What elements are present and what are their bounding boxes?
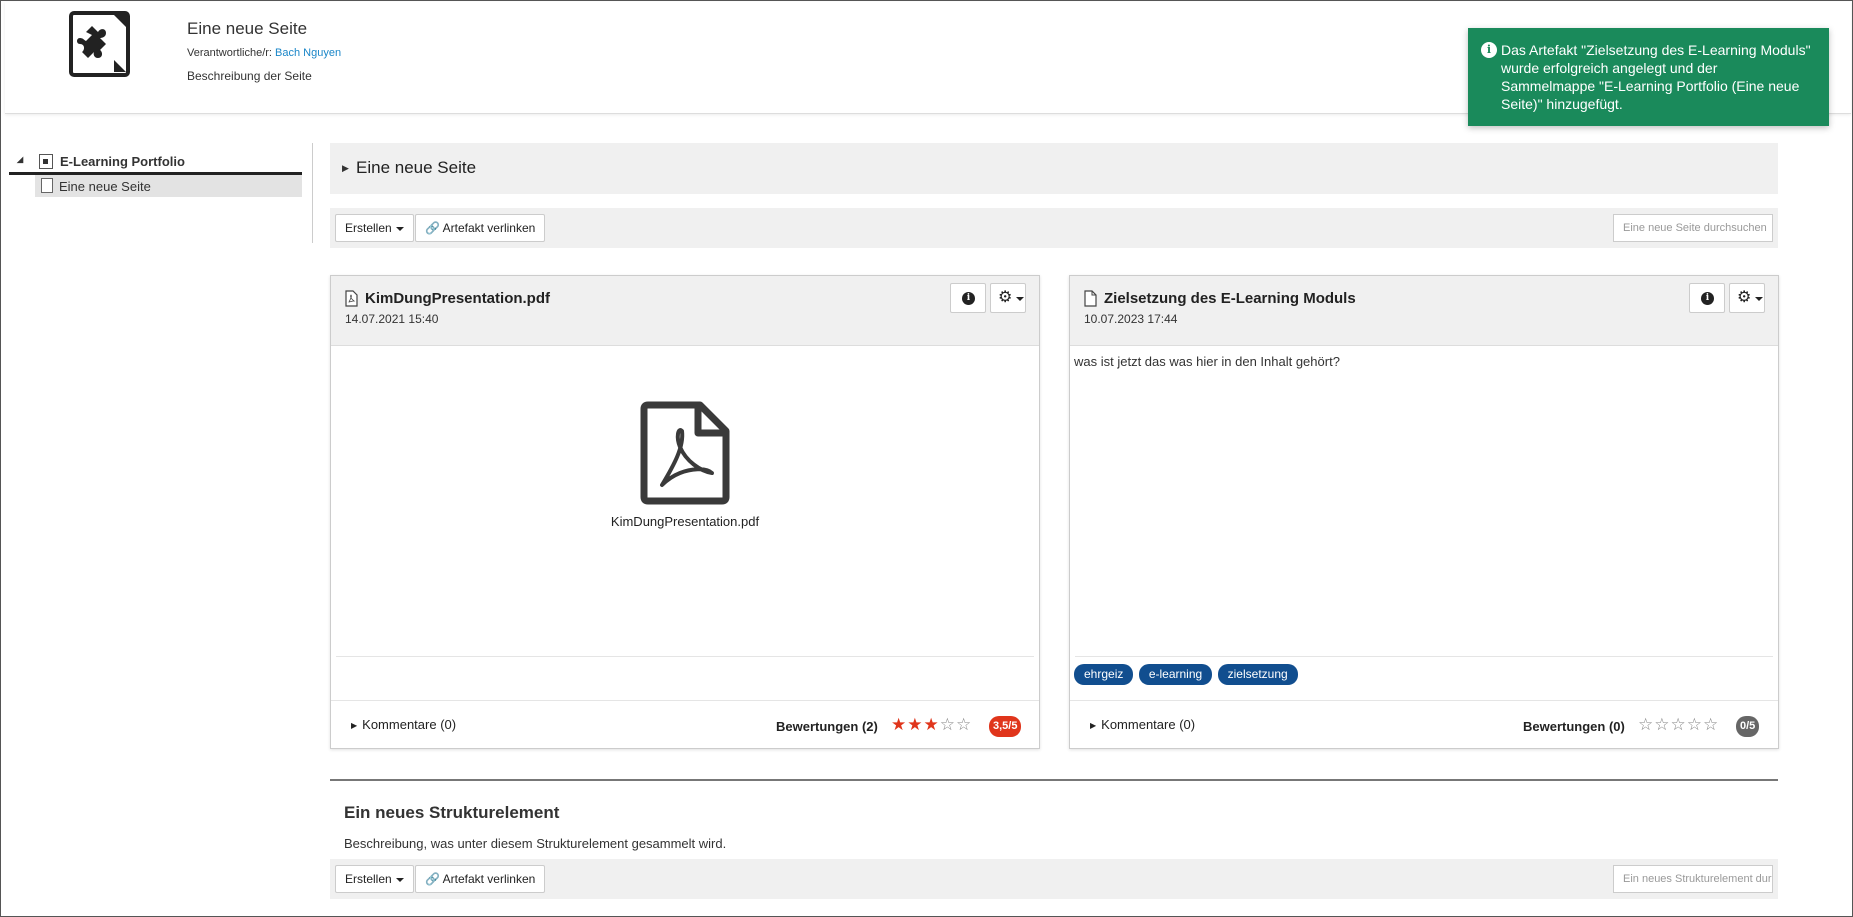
- link-artifact-label: Artefakt verlinken: [442, 872, 536, 886]
- artifact-card-text: Zielsetzung des E-Learning Moduls 10.07.…: [1069, 275, 1779, 749]
- pdf-file-icon: [345, 290, 358, 307]
- structure-description: Beschreibung, was unter diesem Strukture…: [344, 836, 727, 851]
- comments-toggle[interactable]: ▶ Kommentare (0): [351, 717, 456, 732]
- create-dropdown-button[interactable]: Erstellen: [335, 214, 414, 242]
- link-icon: 🔗: [425, 872, 440, 886]
- rating-stars[interactable]: ★★★☆☆: [891, 716, 972, 735]
- link-artifact-button[interactable]: 🔗 Artefakt verlinken: [415, 865, 546, 893]
- create-dropdown-button[interactable]: Erstellen: [335, 865, 414, 893]
- sidebar-divider: [312, 143, 313, 243]
- tree-child-label: Eine neue Seite: [59, 179, 151, 194]
- star-empty-icon[interactable]: ☆: [956, 716, 971, 733]
- owner-link[interactable]: Bach Nguyen: [275, 47, 341, 59]
- star-empty-icon[interactable]: ☆: [1638, 716, 1653, 733]
- section-search-input[interactable]: Eine neue Seite durchsuchen: [1613, 214, 1773, 242]
- structure-search-input[interactable]: Ein neues Strukturelement durchsuchen: [1613, 865, 1773, 893]
- success-toast[interactable]: i Das Artefakt "Zielsetzung des E-Learni…: [1468, 28, 1829, 126]
- structure-title: Ein neues Strukturelement: [344, 803, 560, 822]
- info-button[interactable]: i: [1689, 283, 1725, 313]
- expand-triangle-icon: ▶: [1090, 721, 1097, 730]
- star-empty-icon[interactable]: ☆: [1671, 716, 1686, 733]
- tag-list: ehrgeiz e-learning zielsetzung: [1074, 664, 1299, 685]
- link-artifact-label: Artefakt verlinken: [442, 221, 536, 235]
- comments-label: Kommentare (0): [362, 717, 457, 732]
- caret-down-icon: [1755, 297, 1763, 301]
- section-divider: [330, 779, 1778, 781]
- toast-message: Das Artefakt "Zielsetzung des E-Learning…: [1501, 42, 1811, 112]
- card-title[interactable]: Zielsetzung des E-Learning Moduls: [1104, 290, 1356, 307]
- rating-badge: 0/5: [1736, 716, 1760, 737]
- gear-icon: ⚙: [998, 289, 1013, 306]
- star-empty-icon[interactable]: ☆: [940, 716, 955, 733]
- rating-badge: 3,5/5: [989, 716, 1022, 737]
- card-header: KimDungPresentation.pdf 14.07.2021 15:40…: [331, 276, 1039, 346]
- star-filled-icon[interactable]: ★: [891, 716, 906, 733]
- divider: [331, 700, 1039, 701]
- star-filled-icon[interactable]: ★: [907, 716, 922, 733]
- caret-down-icon: [395, 226, 404, 231]
- divider: [1070, 700, 1778, 701]
- settings-button[interactable]: ⚙: [990, 283, 1026, 313]
- comments-toggle[interactable]: ▶ Kommentare (0): [1090, 717, 1195, 732]
- info-icon: i: [1701, 292, 1714, 305]
- star-filled-icon[interactable]: ★: [924, 716, 939, 733]
- tag[interactable]: e-learning: [1138, 664, 1213, 685]
- link-artifact-button[interactable]: 🔗 Artefakt verlinken: [415, 214, 546, 242]
- star-empty-icon[interactable]: ☆: [1703, 716, 1718, 733]
- caret-down-icon: [395, 877, 404, 882]
- ratings-label: Bewertungen (2): [776, 719, 878, 734]
- link-icon: 🔗: [425, 221, 440, 235]
- info-icon: i: [962, 292, 975, 305]
- card-body-text: was ist jetzt das was hier in den Inhalt…: [1074, 354, 1340, 369]
- page-title: Eine neue Seite: [187, 19, 308, 38]
- tree-item-page[interactable]: Eine neue Seite: [35, 175, 302, 197]
- puzzle-icon: [68, 10, 132, 78]
- file-icon: [1084, 290, 1097, 307]
- portfolio-icon: [39, 154, 53, 169]
- create-label: Erstellen: [345, 221, 392, 235]
- page-description: Beschreibung der Seite: [187, 69, 312, 83]
- divider: [336, 656, 1034, 657]
- artifact-card-pdf: KimDungPresentation.pdf 14.07.2021 15:40…: [330, 275, 1040, 749]
- owner-line: Verantwortliche/r: Bach Nguyen: [187, 47, 341, 59]
- tree-root-label: E-Learning Portfolio: [60, 154, 185, 169]
- section-title: Eine neue Seite: [356, 158, 477, 177]
- portfolio-page: { "header": { "title": "Eine neue Seite"…: [0, 0, 1853, 917]
- gear-icon: ⚙: [1737, 289, 1752, 306]
- settings-button[interactable]: ⚙: [1729, 283, 1765, 313]
- ratings-label: Bewertungen (0): [1523, 719, 1625, 734]
- structure-toolbar: Erstellen 🔗 Artefakt verlinken Ein neues…: [330, 859, 1778, 899]
- info-icon: i: [1481, 42, 1497, 58]
- star-empty-icon[interactable]: ☆: [1687, 716, 1702, 733]
- rating-stars[interactable]: ☆☆☆☆☆: [1638, 716, 1719, 735]
- expand-triangle-icon[interactable]: ▶: [342, 163, 349, 174]
- tag[interactable]: zielsetzung: [1217, 664, 1298, 685]
- owner-label: Verantwortliche/r:: [187, 47, 272, 59]
- card-date: 10.07.2023 17:44: [1084, 312, 1178, 326]
- collapse-triangle-icon[interactable]: ◢: [17, 155, 23, 164]
- card-title[interactable]: KimDungPresentation.pdf: [365, 290, 550, 307]
- divider: [1075, 656, 1773, 657]
- page-icon: [41, 178, 53, 193]
- section-header[interactable]: ▶ Eine neue Seite: [330, 143, 1778, 194]
- expand-triangle-icon: ▶: [351, 721, 358, 730]
- star-empty-icon[interactable]: ☆: [1654, 716, 1669, 733]
- pdf-preview-caption: KimDungPresentation.pdf: [610, 514, 760, 529]
- pdf-preview-icon[interactable]: [640, 401, 730, 505]
- caret-down-icon: [1016, 297, 1024, 301]
- info-button[interactable]: i: [950, 283, 986, 313]
- comments-label: Kommentare (0): [1101, 717, 1196, 732]
- tree-item-portfolio[interactable]: ◢ E-Learning Portfolio: [9, 148, 302, 175]
- card-date: 14.07.2021 15:40: [345, 312, 439, 326]
- create-label: Erstellen: [345, 872, 392, 886]
- card-header: Zielsetzung des E-Learning Moduls 10.07.…: [1070, 276, 1778, 346]
- tag[interactable]: ehrgeiz: [1074, 664, 1134, 685]
- section-toolbar: Erstellen 🔗 Artefakt verlinken Eine neue…: [330, 208, 1778, 248]
- portfolio-tree: ◢ E-Learning Portfolio Eine neue Seite: [9, 148, 302, 197]
